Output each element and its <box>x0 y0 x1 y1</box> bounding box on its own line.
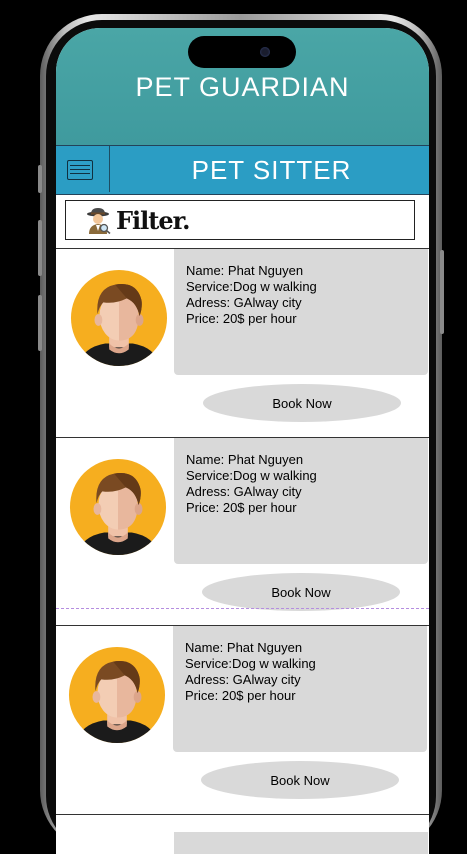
power-button <box>440 250 444 334</box>
mute-switch <box>38 165 42 193</box>
sitter-service: Service:Dog w walking <box>186 279 317 294</box>
avatar <box>70 269 168 367</box>
volume-down-button <box>38 295 42 351</box>
book-now-button[interactable]: Book Now <box>203 384 401 422</box>
sitter-name: Name: Phat Nguyen <box>186 263 304 278</box>
sitter-address: Adress: GAlway city <box>186 484 302 499</box>
hamburger-menu-icon <box>67 160 93 180</box>
detective-emoji-icon <box>87 208 111 234</box>
sitter-info-box: Name: Phat Nguyen Service:Dog w walking … <box>174 249 428 375</box>
sitter-price: Price: 20$ per hour <box>185 688 296 703</box>
sitter-info-box-partial <box>174 832 428 854</box>
sitter-service: Service:Dog w walking <box>185 656 316 671</box>
book-now-button[interactable]: Book Now <box>201 761 399 799</box>
sitter-card: Name: Phat Nguyen Service:Dog w walking … <box>56 625 429 813</box>
filter-label: Filter. <box>116 206 190 235</box>
menu-button[interactable] <box>56 146 110 192</box>
sitter-price: Price: 20$ per hour <box>186 500 297 515</box>
dynamic-island <box>188 36 296 68</box>
filter-bar[interactable]: Filter. <box>65 200 415 240</box>
sitter-name: Name: Phat Nguyen <box>186 452 304 467</box>
sitter-info-box: Name: Phat Nguyen Service:Dog w walking … <box>173 626 427 752</box>
sitter-address: Adress: GAlway city <box>186 295 302 310</box>
phone-screen: PET GUARDIAN PET SITTER Filter. Name: Ph… <box>56 28 429 854</box>
section-title: PET SITTER <box>191 155 352 185</box>
section-header: PET SITTER <box>56 145 429 195</box>
sitter-name: Name: Phat Nguyen <box>185 640 303 655</box>
sitter-address: Adress: GAlway city <box>185 672 301 687</box>
app-title: PET GUARDIAN <box>135 72 350 102</box>
avatar <box>69 458 167 556</box>
volume-up-button <box>38 220 42 276</box>
divider <box>56 814 429 815</box>
guide-line <box>56 608 429 609</box>
sitter-card: Name: Phat Nguyen Service:Dog w walking … <box>56 248 429 436</box>
camera-icon <box>260 47 270 57</box>
avatar <box>68 646 166 744</box>
sitter-price: Price: 20$ per hour <box>186 311 297 326</box>
sitter-service: Service:Dog w walking <box>186 468 317 483</box>
sitter-card: Name: Phat Nguyen Service:Dog w walking … <box>56 437 429 625</box>
sitter-info-box: Name: Phat Nguyen Service:Dog w walking … <box>174 438 428 564</box>
book-now-button[interactable]: Book Now <box>202 573 400 611</box>
